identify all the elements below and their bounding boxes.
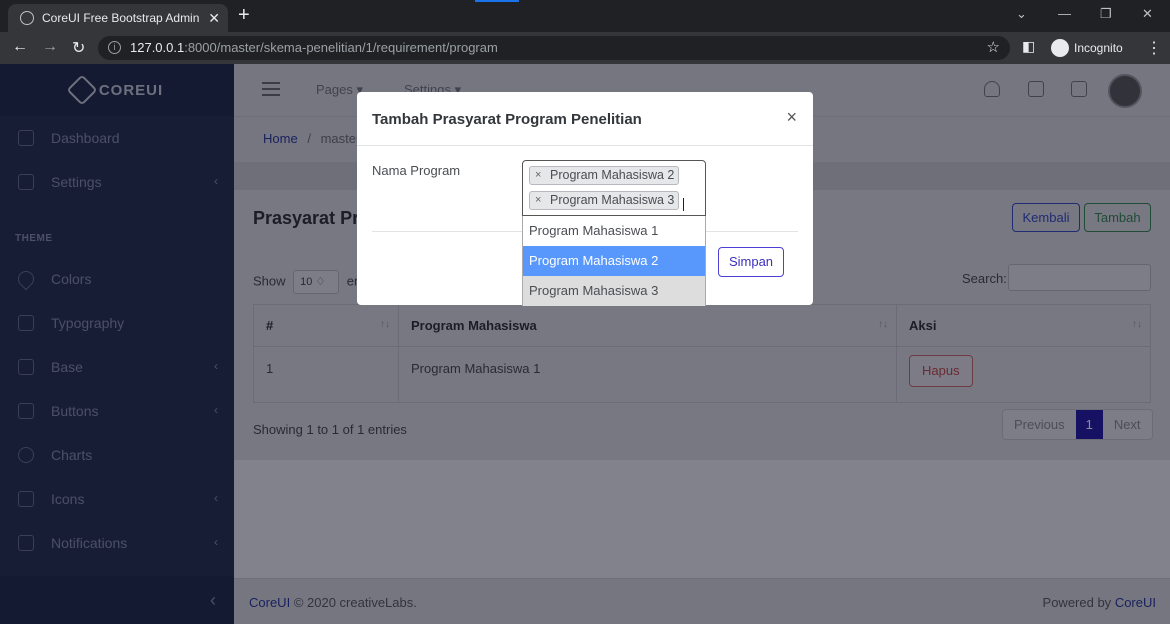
selected-chip: × Program Mahasiswa 2 (529, 166, 680, 185)
address-bar: ← → ↻ i 127.0.0.1:8000/master/skema-pene… (0, 32, 1170, 64)
incognito-icon (1051, 39, 1069, 57)
url-path: :8000/master/skema-penelitian/1/requirem… (184, 40, 498, 55)
incognito-badge[interactable]: Incognito (1048, 36, 1131, 60)
new-tab-icon[interactable]: + (238, 4, 250, 27)
dropdown-option[interactable]: Program Mahasiswa 3 (523, 276, 705, 306)
close-window-icon[interactable]: ✕ (1142, 6, 1153, 22)
program-dropdown: Program Mahasiswa 1 Program Mahasiswa 2 … (522, 216, 706, 306)
incognito-label: Incognito (1074, 41, 1123, 55)
bookmark-star-icon[interactable]: ☆ (987, 36, 1000, 60)
tab-accent (475, 0, 519, 2)
nama-program-label: Nama Program (372, 163, 461, 178)
dropdown-option[interactable]: Program Mahasiswa 1 (523, 216, 705, 246)
info-icon[interactable]: i (108, 41, 121, 54)
forward-icon[interactable]: → (42, 38, 58, 56)
selected-chip: × Program Mahasiswa 3 (529, 191, 680, 210)
remove-chip-icon[interactable]: × (535, 192, 541, 209)
reload-icon[interactable]: ↻ (72, 38, 85, 58)
modal-title: Tambah Prasyarat Program Penelitian (372, 111, 642, 128)
browser-tab[interactable]: CoreUI Free Bootstrap Admin Ten ✕ (8, 4, 228, 32)
simpan-button[interactable]: Simpan (718, 247, 784, 277)
menu-kebab-icon[interactable]: ⋮ (1146, 38, 1162, 58)
tab-title: CoreUI Free Bootstrap Admin Ten (42, 11, 202, 25)
browser-tabbar: CoreUI Free Bootstrap Admin Ten ✕ + ⌄ — … (0, 0, 1170, 32)
modal-divider (357, 145, 813, 146)
chip-label: Program Mahasiswa 2 (550, 168, 675, 182)
sidepanel-icon[interactable]: ◧ (1022, 38, 1035, 55)
tab-search-icon[interactable]: ⌄ (1016, 6, 1027, 22)
restore-icon[interactable]: ❐ (1100, 6, 1112, 22)
text-caret[interactable] (683, 198, 684, 211)
close-icon[interactable]: × (786, 107, 797, 128)
remove-chip-icon[interactable]: × (535, 167, 541, 184)
dropdown-option[interactable]: Program Mahasiswa 2 (523, 246, 705, 276)
back-icon[interactable]: ← (12, 38, 28, 56)
minimize-icon[interactable]: — (1058, 6, 1071, 21)
tab-close-icon[interactable]: ✕ (208, 10, 220, 27)
chip-label: Program Mahasiswa 3 (550, 193, 675, 207)
program-multiselect[interactable]: × Program Mahasiswa 2 × Program Mahasisw… (522, 160, 706, 216)
globe-icon (20, 11, 34, 25)
url-field[interactable]: i 127.0.0.1:8000/master/skema-penelitian… (98, 36, 1010, 60)
url-host: 127.0.0.1 (130, 40, 185, 55)
